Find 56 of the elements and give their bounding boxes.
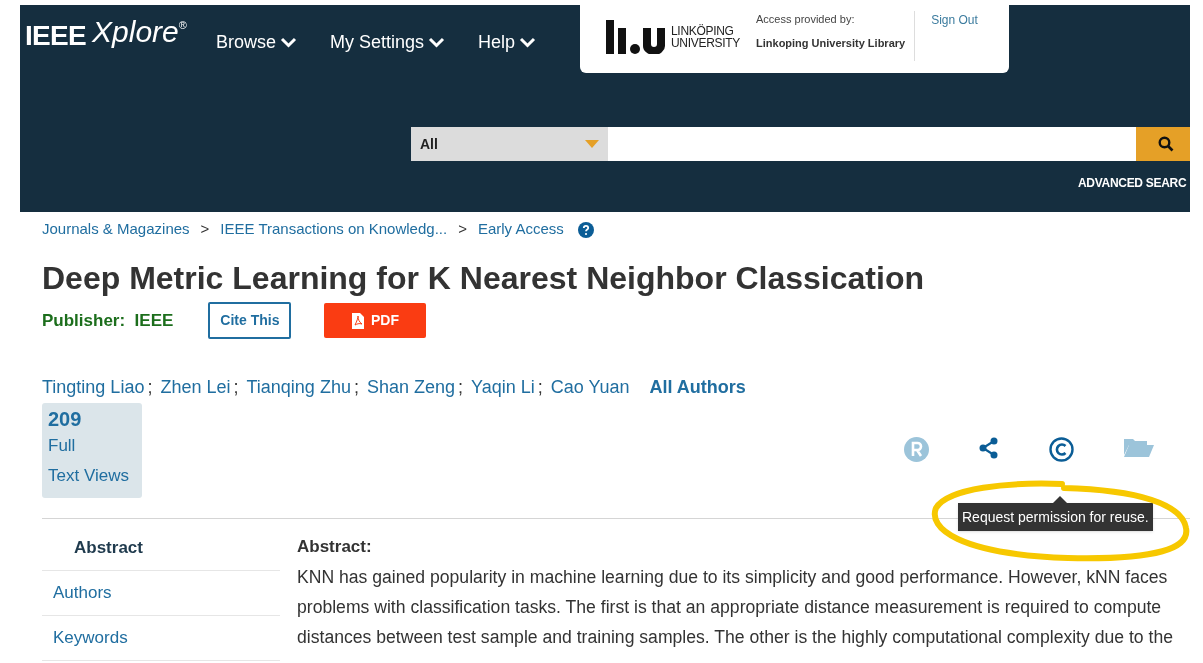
institution-name: Linkoping University Library (756, 35, 906, 51)
breadcrumb-link[interactable]: IEEE Transactions on Knowledg... (220, 218, 448, 241)
author-link[interactable]: Tianqing Zhu (246, 373, 351, 401)
search-icon (1158, 136, 1174, 152)
author-link[interactable]: Shan Zeng (366, 373, 455, 401)
abstract-text-line: distances between test sample and training samples. The other is the highly computational complexity due to the (297, 626, 1173, 649)
metric-label: Full (48, 435, 77, 457)
tooltip: Request permission for reuse. (958, 503, 1153, 531)
nav-menu[interactable]: Help (478, 29, 537, 56)
advanced-search-link[interactable]: ADVANCED SEARC (1078, 174, 1187, 192)
copyright-icon[interactable] (1049, 437, 1074, 462)
breadcrumb-link[interactable]: Early Access (477, 218, 564, 241)
breadcrumb-separator: > (458, 219, 467, 240)
university-name: UNIVERSITY (671, 37, 740, 49)
sidebar-tab[interactable]: Keywords (42, 616, 280, 661)
cite-button[interactable]: Cite This (208, 302, 292, 339)
pdf-button[interactable]: PDF (324, 303, 427, 338)
author-separator: ; (537, 375, 543, 399)
all-authors-link[interactable]: All Authors (649, 373, 746, 401)
access-label: Access provided by: (756, 12, 856, 27)
university-logo-mark (606, 20, 666, 54)
breadcrumb-link[interactable]: Journals & Magazines (42, 218, 190, 241)
abstract-text-line: KNN has gained popularity in machine learning due to its simplicity and good performance. However, kNN faces (297, 566, 1169, 589)
author-link[interactable]: Cao Yuan (550, 373, 630, 401)
author-separator: ; (458, 375, 463, 399)
abstract-text-line: problems with classification tasks. The first is that an appropriate distance measurement is required to compute (297, 596, 1163, 619)
caret-icon (585, 140, 599, 148)
ieee-xplore-logo[interactable]: IEEE Xplore® (25, 15, 187, 57)
author-separator: ; (147, 375, 153, 399)
tooltip-arrow (1053, 496, 1067, 503)
share-icon[interactable] (979, 437, 999, 459)
scope-dropdown[interactable]: All (411, 127, 608, 161)
help-icon[interactable] (577, 221, 594, 238)
chevron-down-icon (519, 37, 537, 48)
nav-menu[interactable]: My Settings (330, 29, 446, 56)
search-button[interactable] (1136, 127, 1190, 161)
metric-label: Text Views (48, 465, 130, 487)
view-count: 209 (48, 407, 83, 431)
author-separator: ; (353, 375, 359, 399)
search-field[interactable] (608, 127, 1136, 161)
author-link[interactable]: Tingting Liao (42, 373, 145, 401)
chevron-down-icon (428, 37, 446, 48)
author-link[interactable]: Zhen Lei (160, 373, 231, 401)
abstract-heading: Abstract: (297, 536, 373, 558)
sign-out-link[interactable]: Sign Out (931, 11, 978, 73)
university-name: LINKÖPING (671, 25, 735, 37)
sidebar-tab[interactable]: Authors (42, 571, 280, 616)
sidebar-tab[interactable]: Abstract (42, 526, 280, 571)
publisher-label: Publisher: IEEE (42, 309, 174, 332)
article-title: Deep Metric Learning for K Nearest Neighbor Classication (42, 260, 925, 296)
chevron-down-icon (280, 37, 298, 48)
nav-menu[interactable]: Browse (216, 29, 298, 56)
breadcrumb-separator: > (200, 219, 210, 240)
author-separator: ; (233, 375, 239, 399)
author-link[interactable]: Yaqin Li (471, 373, 535, 401)
pdf-file-icon (351, 312, 364, 329)
